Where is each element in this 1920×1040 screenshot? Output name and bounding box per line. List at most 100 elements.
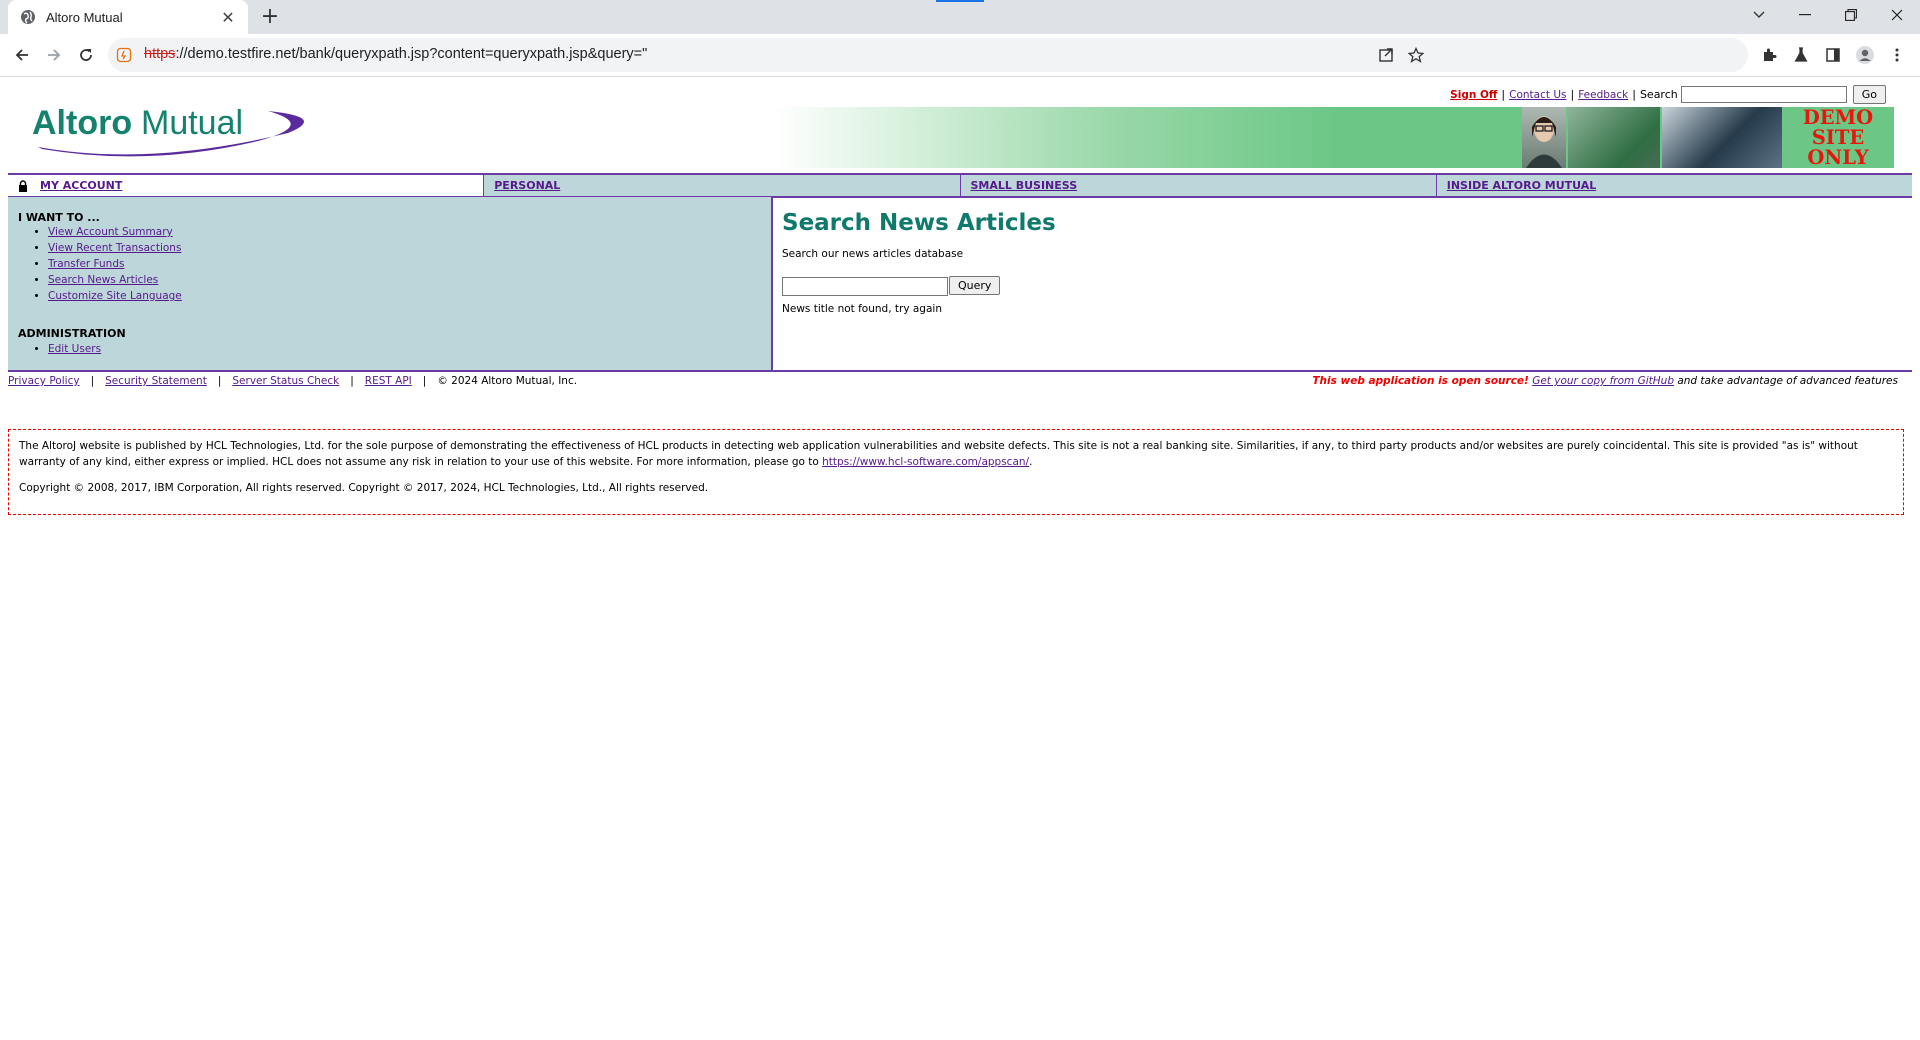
sidebar: I WANT TO ... View Account Summary View … xyxy=(8,197,773,370)
url-scheme: https xyxy=(144,46,176,62)
web-page: Altoro Mutual Sign Off | Contact Us | Fe… xyxy=(0,77,1920,1040)
separator: | xyxy=(350,375,354,387)
kebab-menu-icon[interactable] xyxy=(1885,43,1909,67)
list-item: View Recent Transactions xyxy=(48,240,182,256)
banner-photos xyxy=(1522,107,1782,168)
demo-line-1: DEMO xyxy=(1802,105,1874,129)
extensions-icon[interactable] xyxy=(1757,43,1781,67)
page-description: Search our news articles database xyxy=(782,248,964,260)
labs-flask-icon[interactable] xyxy=(1789,43,1813,67)
open-source-notice: This web application is open source! Get… xyxy=(1312,375,1898,387)
transfer-funds-link[interactable]: Transfer Funds xyxy=(48,258,124,270)
banner-photo-woman xyxy=(1522,107,1566,168)
altoro-mutual-logo[interactable]: Altoro Mutual xyxy=(28,89,308,169)
share-icon[interactable] xyxy=(1374,43,1398,67)
minimize-icon[interactable] xyxy=(1782,0,1828,30)
address-bar[interactable]: https://demo.testfire.net/bank/queryxpat… xyxy=(108,38,1748,72)
demo-line-2: SITE xyxy=(1811,125,1865,149)
separator: | xyxy=(422,375,427,387)
lock-icon xyxy=(18,179,30,192)
url-path: ://demo.testfire.net/bank/queryxpath.jsp… xyxy=(175,46,648,62)
footer-divider xyxy=(8,370,1912,372)
globe-icon xyxy=(20,9,36,25)
separator: | xyxy=(1570,88,1575,101)
site-footer: Privacy Policy | Security Statement | Se… xyxy=(8,375,1898,387)
search-news-articles-link[interactable]: Search News Articles xyxy=(48,274,158,286)
banner-photo-meeting xyxy=(1662,107,1782,168)
query-input[interactable] xyxy=(782,277,948,296)
feedback-link[interactable]: Feedback xyxy=(1578,89,1628,101)
tab-title: Altoro Mutual xyxy=(46,9,123,25)
security-statement-link[interactable]: Security Statement xyxy=(105,375,207,387)
customize-site-language-link[interactable]: Customize Site Language xyxy=(48,290,182,302)
separator: | xyxy=(1501,88,1506,101)
advanced-features-text: and take advantage of advanced features xyxy=(1677,375,1898,387)
disclaimer-box: The AltoroJ website is published by HCL … xyxy=(8,429,1904,515)
i-want-to-heading: I WANT TO ... xyxy=(18,211,100,224)
server-status-link[interactable]: Server Status Check xyxy=(232,375,339,387)
main-nav: MY ACCOUNT PERSONAL SMALL BUSINESS INSID… xyxy=(8,173,1912,198)
edit-users-link[interactable]: Edit Users xyxy=(48,343,101,355)
separator: | xyxy=(90,375,95,387)
search-label: Search xyxy=(1639,88,1678,101)
banner-photo-hands xyxy=(1568,107,1660,168)
page-title: Search News Articles xyxy=(782,210,1056,236)
disclaimer-text: The AltoroJ website is published by HCL … xyxy=(19,438,1893,470)
query-button[interactable]: Query xyxy=(949,276,1001,295)
personal-link[interactable]: PERSONAL xyxy=(494,179,560,192)
list-item: Edit Users xyxy=(48,341,101,357)
inside-altoro-link[interactable]: INSIDE ALTORO MUTUAL xyxy=(1447,179,1597,192)
svg-text:Altoro: Altoro xyxy=(32,104,132,142)
main-content: Search News Articles Search our news art… xyxy=(782,197,1912,370)
privacy-policy-link[interactable]: Privacy Policy xyxy=(8,375,80,387)
disclaimer-copyright: Copyright © 2008, 2017, IBM Corporation,… xyxy=(19,482,709,494)
nav-personal: PERSONAL xyxy=(484,175,961,196)
sign-off-link[interactable]: Sign Off xyxy=(1450,89,1497,101)
contact-us-link[interactable]: Contact Us xyxy=(1509,89,1566,101)
new-tab-icon[interactable]: + xyxy=(258,4,282,30)
disclaimer-period: . xyxy=(1029,456,1033,468)
small-business-link[interactable]: SMALL BUSINESS xyxy=(971,179,1078,192)
back-icon[interactable] xyxy=(8,41,36,69)
close-tab-icon[interactable]: ✕ xyxy=(218,8,238,27)
nav-small-business: SMALL BUSINESS xyxy=(961,175,1437,196)
restore-icon[interactable] xyxy=(1828,0,1874,30)
browser-tab[interactable]: Altoro Mutual ✕ xyxy=(8,0,248,34)
profile-avatar-icon[interactable] xyxy=(1853,43,1877,67)
rest-api-link[interactable]: REST API xyxy=(365,375,412,387)
nav-inside-altoro: INSIDE ALTORO MUTUAL xyxy=(1437,175,1912,196)
site-search-input[interactable] xyxy=(1680,86,1847,103)
footer-copyright: © 2024 Altoro Mutual, Inc. xyxy=(437,375,578,387)
list-item: Customize Site Language xyxy=(48,288,182,304)
side-panel-icon[interactable] xyxy=(1821,43,1845,67)
window-controls xyxy=(1736,0,1920,34)
tab-search-chevron-icon[interactable] xyxy=(1736,0,1782,30)
tab-search-indicator xyxy=(936,0,984,2)
header-banner: DEMO SITE ONLY xyxy=(774,107,1894,168)
open-source-text: This web application is open source! xyxy=(1312,375,1529,387)
list-item: Transfer Funds xyxy=(48,256,182,272)
url-text[interactable]: https://demo.testfire.net/bank/queryxpat… xyxy=(144,46,647,62)
not-secure-icon[interactable] xyxy=(116,47,132,63)
close-window-icon[interactable] xyxy=(1874,0,1920,30)
github-link[interactable]: Get your copy from GitHub xyxy=(1532,375,1674,387)
svg-text:Mutual: Mutual xyxy=(141,104,243,142)
separator: | xyxy=(1632,88,1636,101)
view-account-summary-link[interactable]: View Account Summary xyxy=(48,226,173,238)
site-header: Altoro Mutual Sign Off | Contact Us | Fe… xyxy=(0,77,1920,173)
demo-line-3: ONLY xyxy=(1807,145,1869,169)
query-result-message: News title not found, try again xyxy=(782,303,942,315)
hcl-appscan-link[interactable]: https://www.hcl-software.com/appscan/ xyxy=(822,456,1029,468)
go-button[interactable]: Go xyxy=(1852,85,1886,104)
list-item: View Account Summary xyxy=(48,224,182,240)
reload-icon[interactable] xyxy=(72,41,100,69)
list-item: Search News Articles xyxy=(48,272,182,288)
my-account-link[interactable]: MY ACCOUNT xyxy=(40,179,122,192)
demo-site-badge: DEMO SITE ONLY xyxy=(1782,107,1894,168)
bookmark-star-icon[interactable] xyxy=(1404,43,1428,67)
browser-toolbar: https://demo.testfire.net/bank/queryxpat… xyxy=(0,34,1920,77)
nav-my-account: MY ACCOUNT xyxy=(8,175,485,196)
separator: | xyxy=(217,375,222,387)
forward-icon[interactable] xyxy=(40,41,68,69)
view-recent-transactions-link[interactable]: View Recent Transactions xyxy=(48,242,181,254)
